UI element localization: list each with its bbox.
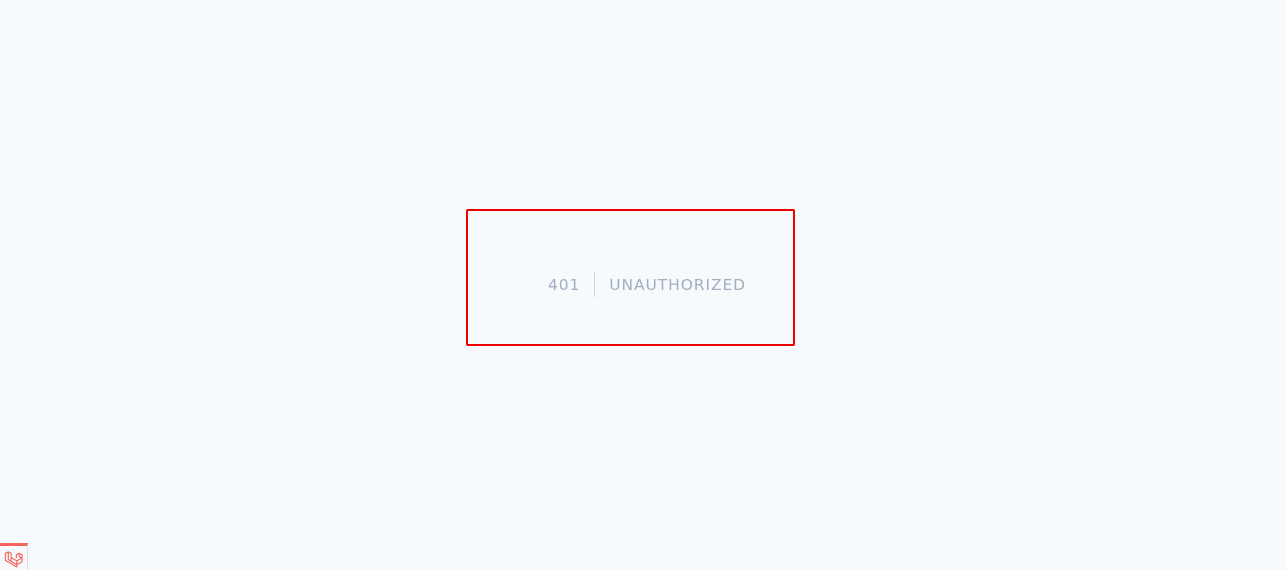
laravel-logo-icon xyxy=(4,550,23,568)
error-code: 401 xyxy=(548,275,581,294)
error-message: UNAUTHORIZED xyxy=(609,275,746,294)
debugbar-tab[interactable] xyxy=(0,543,28,570)
error-message-row: 401 UNAUTHORIZED xyxy=(548,272,746,297)
